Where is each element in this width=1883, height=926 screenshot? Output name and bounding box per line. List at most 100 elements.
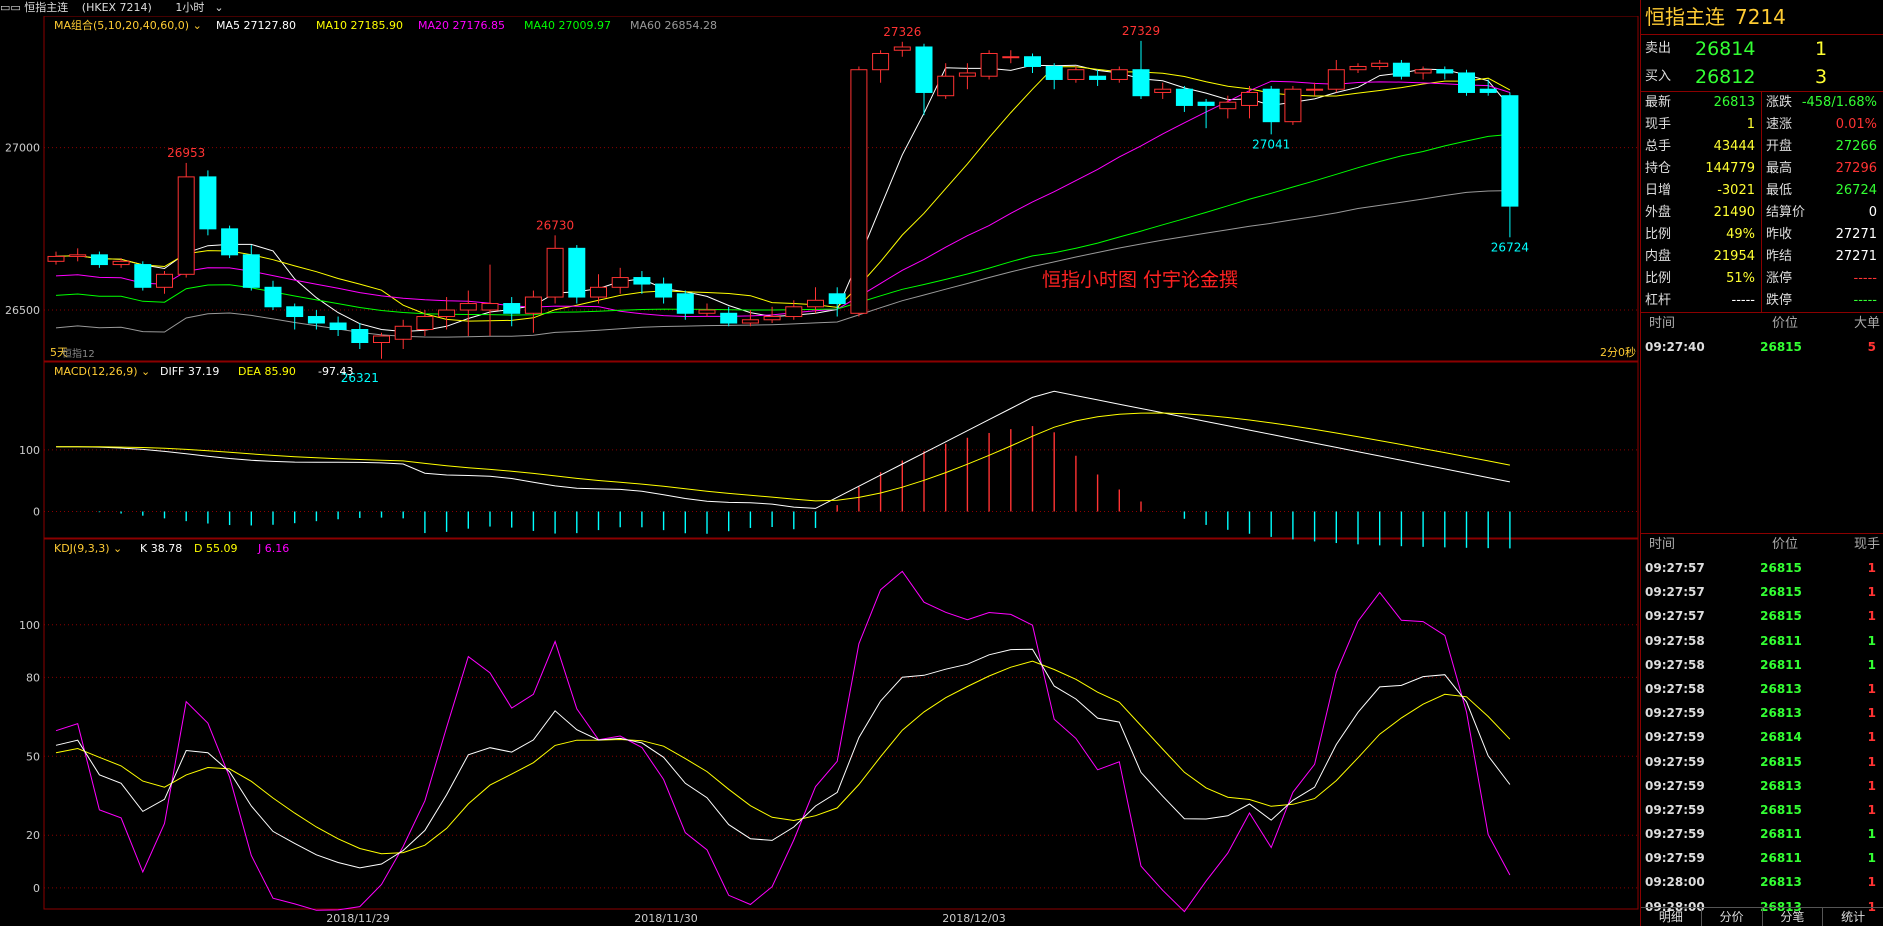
tick-row[interactable]: 09:27:58 26811 1 [1641,629,1883,653]
stat-value: -458/1.68% [1801,95,1877,110]
candle [1067,69,1085,80]
kdj-label: KDJ(9,3,3) ⌄ [54,542,122,555]
y-tick-label: 50 [26,750,40,763]
column-header: 大单 [1853,316,1880,331]
period-dropdown[interactable]: 1小时 ⌄ [175,1,223,14]
tick-volume: 1 [1867,875,1876,890]
tab-分笔[interactable]: 分笔 [1763,908,1824,926]
candle [156,273,173,288]
tick-time: 09:27:59 [1645,730,1705,745]
tick-time: 09:27:59 [1645,778,1705,793]
stat-cell: 涨跌 -458/1.68% [1762,92,1883,114]
y-tick-label: 27000 [5,142,40,155]
trade-volume: 5 [1867,340,1876,354]
title-bar-title: ▭▭ 恒指主连 (HKEX 7214) [0,1,152,14]
candle [1284,88,1302,123]
tick-price: 26814 [1760,730,1802,745]
candle [1371,62,1389,67]
kline-chart[interactable]: 27000 26500 26953 26730 27326 27329 27041 26724… [0,16,1640,926]
tick-list: 时间 价位 现手 09:27:57 26815 1 09:27:57 26815 1 09:27… [1641,534,1883,919]
tick-row[interactable]: 09:27:57 26815 1 [1641,580,1883,604]
stat-key: 杠杆 [1645,293,1672,308]
tick-row[interactable]: 09:27:57 26815 1 [1641,604,1883,628]
tick-price: 26811 [1760,633,1802,648]
tick-price: 26813 [1760,706,1802,721]
stat-key: 总手 [1645,139,1672,154]
candle [329,322,347,331]
tab-明细[interactable]: 明细 [1641,908,1702,926]
candle [1132,69,1150,97]
stats-row: 杠杆 ----- 跌停 ----- [1641,290,1883,312]
stat-key: 速涨 [1766,117,1793,132]
tick-row[interactable]: 09:27:57 26815 1 [1641,556,1883,580]
candle [785,306,803,318]
tick-row[interactable]: 09:27:59 26813 1 [1641,774,1883,798]
candle [590,286,607,298]
j-line [55,570,1511,913]
stat-value: 0 [1868,205,1877,220]
tick-row[interactable]: 09:27:58 26811 1 [1641,653,1883,677]
stat-cell: 日增 -3021 [1641,180,1762,202]
big-trade-row[interactable]: 09:27:40 26815 5 [1641,335,1883,359]
price-annotation: 26724 [1491,240,1529,254]
kdj-j: J 6.16 [257,542,289,555]
tick-price: 26815 [1760,802,1802,817]
stat-cell: 结算价 0 [1762,202,1883,224]
candle [394,325,412,340]
candle [633,277,651,285]
stat-value: 26813 [1713,95,1755,110]
candle [524,296,542,314]
price-annotation: 26730 [536,218,574,232]
candle [720,312,738,324]
stat-key: 外盘 [1645,205,1672,220]
diff-line [56,390,1510,509]
tick-row[interactable]: 09:27:59 26814 1 [1641,725,1883,749]
macd-label: MACD(12,26,9) ⌄ [54,365,150,378]
stat-key: 最低 [1766,183,1793,198]
candle [1241,91,1258,106]
tick-row[interactable]: 09:27:59 26813 1 [1641,701,1883,725]
candle [1479,88,1497,93]
candle [351,329,369,344]
tick-row[interactable]: 09:27:59 26811 1 [1641,822,1883,846]
buy-row[interactable]: 买入 26812 3 [1641,63,1883,91]
stat-cell: 跌停 ----- [1762,290,1883,312]
tick-row[interactable]: 09:27:59 26815 1 [1641,798,1883,822]
tick-row[interactable]: 09:28:00 26813 1 [1641,870,1883,894]
panel-frame [43,538,1639,910]
tick-time: 09:27:59 [1645,827,1705,842]
stat-cell: 内盘 21954 [1641,246,1762,268]
bid-ask: 卖出 26814 1 买入 26812 3 [1641,35,1883,92]
candle [1392,62,1410,77]
tab-分价[interactable]: 分价 [1702,908,1763,926]
y-tick-label: 100 [19,444,40,457]
tick-time: 09:27:57 [1645,561,1705,575]
tick-volume: 1 [1867,802,1876,817]
stat-value: -3021 [1717,183,1755,198]
stat-key: 持仓 [1645,161,1672,176]
tick-volume: 1 [1867,827,1876,842]
tick-row[interactable]: 09:27:59 26811 1 [1641,846,1883,870]
tick-volume: 1 [1867,657,1876,672]
stat-value: 49% [1726,227,1755,242]
stat-cell: 比例 51% [1641,268,1762,290]
kdj-d: D 55.09 [194,542,237,555]
stat-value: 27271 [1835,249,1877,264]
tick-row[interactable]: 09:27:59 26815 1 [1641,750,1883,774]
stat-key: 昨结 [1766,249,1793,264]
stat-value: 21490 [1713,205,1755,220]
tab-统计[interactable]: 统计 [1823,908,1883,926]
tick-volume: 1 [1867,778,1876,793]
tick-price: 26815 [1760,585,1802,600]
candle [698,309,716,314]
stat-value: 1 [1746,117,1755,132]
stat-value: 43444 [1713,139,1755,154]
stats-row: 比例 49% 昨收 27271 [1641,224,1883,246]
sell-row[interactable]: 卖出 26814 1 [1641,35,1883,63]
stats-table: 最新 26813 涨跌 -458/1.68% 现手 1 速涨 0.01% 总手 43444 开盘 27… [1641,92,1883,313]
candle [1219,101,1237,110]
candle [807,299,824,308]
tick-row[interactable]: 09:27:58 26813 1 [1641,677,1883,701]
price-annotation: 27041 [1252,137,1290,151]
stat-key: 昨收 [1766,227,1793,242]
